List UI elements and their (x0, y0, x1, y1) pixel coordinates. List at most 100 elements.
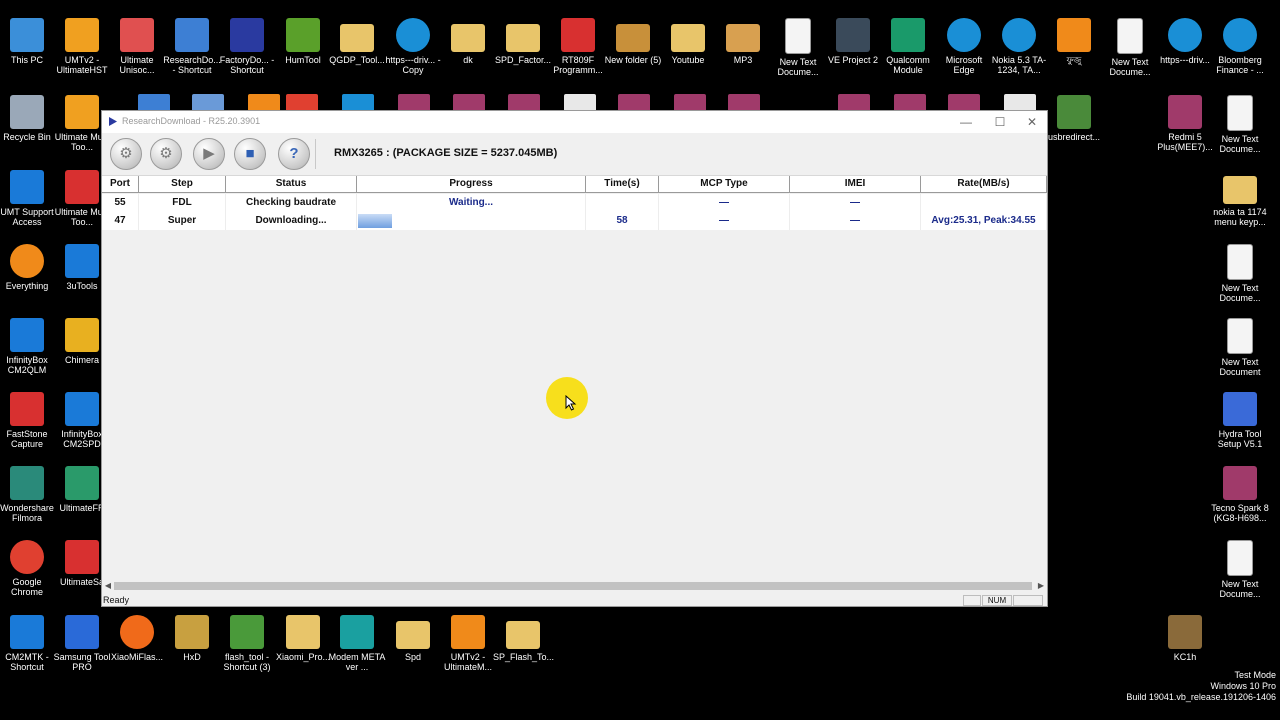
desktop-shortcut[interactable]: SP_Flash_To... (493, 615, 554, 662)
desktop-shortcut[interactable]: Spd (383, 615, 443, 662)
desktop-shortcut-label: MP3 (733, 55, 753, 65)
desktop-shortcut[interactable]: XiaoMiFlas... (107, 615, 167, 662)
desktop-shortcut[interactable]: New Text Docume... (1210, 95, 1270, 154)
desktop-shortcut[interactable]: Xiaomi_Pro... (273, 615, 333, 662)
horizontal-scrollbar[interactable]: ◀ ▶ (102, 579, 1047, 593)
row1-status[interactable]: Checking baudrate (226, 194, 357, 212)
maximize-button[interactable]: ☐ (983, 111, 1017, 133)
desktop-shortcut[interactable]: HumTool (273, 18, 333, 65)
desktop-shortcut[interactable]: Qualcomm Module (878, 18, 938, 75)
row1-progress[interactable]: Waiting... (357, 194, 586, 212)
desktop-shortcut[interactable]: New Text Docume... (1100, 18, 1160, 77)
infinitybox-icon (10, 615, 44, 649)
desktop-shortcut[interactable]: Google Chrome (0, 540, 57, 597)
winrar-icon (1223, 466, 1257, 500)
desktop-shortcut[interactable]: Nokia 5.3 TA-1234, TA... (989, 18, 1049, 75)
desktop-shortcut[interactable]: UMT Support Access (0, 170, 57, 227)
desktop-shortcut[interactable]: Bloomberg Finance - ... (1210, 18, 1270, 75)
header-status[interactable]: Status (226, 176, 357, 193)
desktop-shortcut[interactable]: KC1h (1155, 615, 1215, 662)
desktop-shortcut[interactable]: ফুজু (1044, 18, 1104, 65)
row1-step[interactable]: FDL (139, 194, 226, 212)
scrollbar-thumb[interactable] (114, 582, 1032, 590)
row1-port[interactable]: 55 (102, 194, 139, 212)
desktop-shortcut[interactable]: MP3 (713, 18, 773, 65)
minimize-button[interactable]: — (949, 111, 983, 133)
row1-time[interactable] (586, 194, 659, 212)
row2-step[interactable]: Super (139, 212, 226, 230)
package-info: RMX3265 : (PACKAGE SIZE = 5237.045MB) (334, 147, 558, 159)
desktop-shortcut[interactable]: New Text Docume... (1210, 540, 1270, 599)
desktop-shortcut[interactable]: https---driv... (1155, 18, 1215, 65)
desktop-shortcut[interactable]: QGDP_Tool... (327, 18, 387, 65)
desktop-shortcut[interactable]: New Text Docume... (1210, 244, 1270, 303)
toolbar-separator (315, 139, 316, 169)
desktop-shortcut[interactable]: Ultimate Unisoc... (107, 18, 167, 75)
desktop-shortcut[interactable]: Tecno Spark 8 (KG8-H698... (1210, 466, 1270, 523)
header-imei[interactable]: IMEI (790, 176, 921, 193)
row2-time[interactable]: 58 (586, 212, 659, 230)
desktop-shortcut[interactable]: New Text Docume... (768, 18, 828, 77)
desktop-shortcut-label: usbredirect... (1047, 132, 1101, 142)
header-step[interactable]: Step (139, 176, 226, 193)
row2-port[interactable]: 47 (102, 212, 139, 230)
help-button[interactable]: ? (278, 138, 310, 170)
desktop-shortcut[interactable]: New folder (5) (603, 18, 663, 65)
row2-rate[interactable]: Avg:25.31, Peak:34.55 (921, 212, 1047, 230)
desktop-shortcut[interactable]: dk (438, 18, 498, 65)
desktop-shortcut[interactable]: HxD (162, 615, 222, 662)
desktop-shortcut[interactable]: Microsoft Edge (934, 18, 994, 75)
desktop-shortcut[interactable]: Hydra Tool Setup V5.1 (1210, 392, 1270, 449)
ultimate-frp-icon (65, 466, 99, 500)
title-bar[interactable]: ResearchDownload - R25.20.3901 — ☐ ✕ (102, 111, 1047, 133)
header-port[interactable]: Port (102, 176, 139, 193)
desktop-shortcut[interactable]: This PC (0, 18, 57, 65)
xiaomi-icon (120, 615, 154, 649)
row1-mcp[interactable]: — (659, 194, 790, 212)
desktop-shortcut[interactable]: VE Project 2 (823, 18, 883, 65)
header-mcp-type[interactable]: MCP Type (659, 176, 790, 193)
scroll-right-icon[interactable]: ▶ (1035, 579, 1047, 593)
desktop-shortcut[interactable]: UMTv2 - UltimateHST (52, 18, 112, 75)
umt-icon (65, 95, 99, 129)
header-progress[interactable]: Progress (357, 176, 586, 193)
desktop-shortcut[interactable]: UMTv2 - UltimateM... (438, 615, 498, 672)
desktop-shortcut[interactable]: FactoryDo... - Shortcut (217, 18, 277, 75)
desktop-shortcut[interactable]: Youtube (658, 18, 718, 65)
stop-button[interactable]: ■ (234, 138, 266, 170)
desktop-shortcut[interactable]: Everything (0, 244, 57, 291)
desktop-shortcut[interactable]: Redmi 5 Plus(MEE7)... (1155, 95, 1215, 152)
close-button[interactable]: ✕ (1015, 111, 1049, 133)
row2-imei[interactable]: — (790, 212, 921, 230)
desktop-shortcut[interactable]: Wondershare Filmora (0, 466, 57, 523)
desktop-shortcut[interactable]: Recycle Bin (0, 95, 57, 142)
desktop-shortcut[interactable]: SPD_Factor... (493, 18, 553, 65)
header-time[interactable]: Time(s) (586, 176, 659, 193)
row2-status[interactable]: Downloading... (226, 212, 357, 230)
desktop-shortcut[interactable]: https---driv... - Copy (383, 18, 443, 75)
desktop-shortcut-label: https---driv... (1160, 55, 1210, 65)
gear-icon: ⚙ (119, 145, 133, 162)
desktop-shortcut-label: XiaoMiFlas... (110, 652, 163, 662)
desktop-shortcut-label: Spd (404, 652, 421, 662)
scroll-left-icon[interactable]: ◀ (102, 579, 114, 593)
desktop-shortcut[interactable]: New Text Document (1210, 318, 1270, 377)
desktop-shortcut[interactable]: nokia ta 1174 menu keyp... (1210, 170, 1270, 227)
desktop-shortcut[interactable]: Samsung Tool PRO (52, 615, 112, 672)
settings-button[interactable]: ⚙ (150, 138, 182, 170)
row1-rate[interactable] (921, 194, 1047, 212)
desktop-shortcut[interactable]: InfinityBox CM2QLM (0, 318, 57, 375)
desktop-shortcut[interactable]: CM2MTK - Shortcut (0, 615, 57, 672)
desktop-shortcut[interactable]: FastStone Capture (0, 392, 57, 449)
header-rate[interactable]: Rate(MB/s) (921, 176, 1047, 193)
row2-mcp[interactable]: — (659, 212, 790, 230)
start-button[interactable]: ▶ (193, 138, 225, 170)
row2-progress[interactable] (357, 212, 586, 230)
load-packet-button[interactable]: ⚙ (110, 138, 142, 170)
desktop-shortcut[interactable]: RT809F Programm... (548, 18, 608, 75)
qualcomm-icon (891, 18, 925, 52)
desktop-shortcut[interactable]: ResearchDo... - Shortcut (162, 18, 222, 75)
desktop-shortcut[interactable]: Modem META ver ... (327, 615, 387, 672)
desktop-shortcut[interactable]: flash_tool - Shortcut (3) (217, 615, 277, 672)
row1-imei[interactable]: — (790, 194, 921, 212)
